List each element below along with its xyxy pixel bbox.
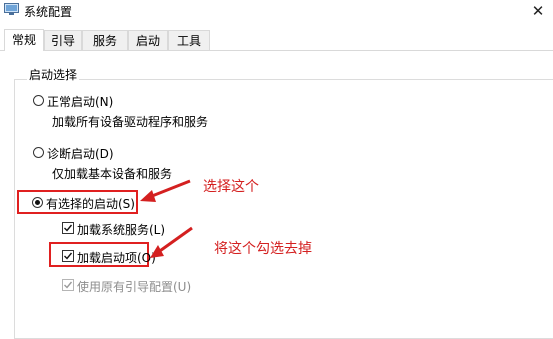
tab-general[interactable]: 常规 <box>4 29 44 51</box>
annotation-select-this: 选择这个 <box>203 179 259 195</box>
arrow-to-selective-startup <box>140 179 191 202</box>
annotation-uncheck-this: 将这个勾选去掉 <box>214 241 312 257</box>
arrow-to-load-startup-items <box>150 226 193 258</box>
annotation-arrows <box>140 179 193 258</box>
